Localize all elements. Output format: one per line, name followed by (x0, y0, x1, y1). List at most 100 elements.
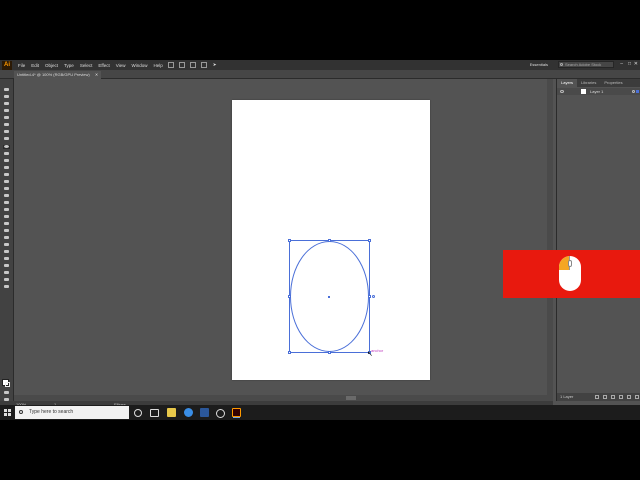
close-window-button[interactable]: ✕ (634, 61, 638, 67)
tab-layers[interactable]: Layers (557, 79, 578, 87)
windows-start-icon[interactable] (4, 409, 11, 416)
menu-window[interactable]: Window (131, 63, 147, 68)
symbol-sprayer-tool-icon[interactable] (3, 243, 10, 247)
app-logo: Ai (2, 60, 12, 70)
stroke-swatch[interactable] (5, 382, 10, 387)
document-tab-bar: Untitled-4* @ 100% (RGB/GPU Preview) ✕ (0, 70, 640, 79)
center-point (328, 296, 330, 298)
tab-properties[interactable]: Properties (600, 79, 626, 87)
document-tab[interactable]: Untitled-4* @ 100% (RGB/GPU Preview) ✕ (14, 71, 102, 79)
selection-tool-icon[interactable] (3, 88, 10, 92)
handle-bottom-left[interactable] (288, 351, 291, 354)
layer-row[interactable]: Layer 1 (557, 88, 640, 95)
menu-view[interactable]: View (116, 63, 126, 68)
menu-type[interactable]: Type (64, 63, 74, 68)
menu-bar: Ai File Edit Object Type Select Effect V… (0, 60, 640, 70)
app-icon[interactable] (216, 409, 225, 418)
arrange-documents-icon[interactable] (178, 62, 185, 68)
layer-name[interactable]: Layer 1 (590, 88, 603, 95)
artboard-tool-icon[interactable] (3, 257, 10, 261)
handle-top-right[interactable] (368, 239, 371, 242)
handle-bottom-center[interactable] (328, 351, 331, 354)
export-icon[interactable] (595, 395, 599, 399)
close-tab-icon[interactable]: ✕ (95, 72, 98, 77)
brush-icon[interactable] (200, 62, 207, 68)
cortana-icon[interactable] (134, 409, 142, 417)
edit-toolbar-icon[interactable] (3, 285, 10, 289)
word-icon[interactable] (200, 408, 209, 417)
lasso-tool-icon[interactable] (3, 109, 10, 113)
horizontal-scroll-thumb[interactable] (346, 396, 356, 400)
delete-layer-icon[interactable] (635, 395, 639, 399)
menu-edit[interactable]: Edit (31, 63, 39, 68)
panel-tabs: Layers Libraries Properties (557, 79, 640, 87)
tools-panel (0, 79, 14, 411)
handle-top-center[interactable] (328, 239, 331, 242)
pen-tool-icon[interactable] (3, 116, 10, 120)
maximize-button[interactable]: □ (628, 61, 631, 67)
menu-file[interactable]: File (18, 63, 25, 68)
minimize-button[interactable]: – (620, 61, 623, 67)
illustrator-taskbar-icon[interactable] (232, 408, 241, 417)
visibility-eye-icon[interactable] (560, 90, 564, 93)
slice-tool-icon[interactable] (3, 264, 10, 268)
rotate-tool-icon[interactable] (3, 173, 10, 177)
new-sublayer-icon[interactable] (619, 395, 623, 399)
grid-icon[interactable] (189, 62, 196, 68)
file-explorer-icon[interactable] (167, 408, 176, 417)
column-graph-tool-icon[interactable] (3, 250, 10, 254)
menu-select[interactable]: Select (80, 63, 93, 68)
send-icon[interactable]: ➤ (213, 62, 217, 68)
handle-middle-right[interactable] (368, 295, 371, 298)
stock-search-input[interactable]: Search Adobe Stock (558, 61, 614, 68)
direct-selection-tool-icon[interactable] (3, 95, 10, 99)
layer-thumbnail (581, 89, 586, 94)
taskbar-search-input[interactable]: Type here to search (15, 406, 129, 419)
mesh-tool-icon[interactable] (3, 215, 10, 219)
layer-target-icon[interactable] (632, 90, 635, 93)
handle-top-left[interactable] (288, 239, 291, 242)
draw-mode-icon[interactable] (3, 391, 10, 395)
vertical-scrollbar[interactable] (547, 79, 553, 395)
blend-tool-icon[interactable] (3, 236, 10, 240)
gradient-tool-icon[interactable] (3, 222, 10, 226)
tab-libraries[interactable]: Libraries (577, 79, 600, 87)
eraser-tool-icon[interactable] (3, 166, 10, 170)
workspace-switcher[interactable]: Essentials (530, 62, 548, 67)
line-tool-icon[interactable] (3, 137, 10, 141)
mouse-icon (559, 256, 581, 291)
mouse-click-overlay (503, 250, 640, 298)
new-layer-icon[interactable] (627, 395, 631, 399)
bridge-icon[interactable] (167, 62, 174, 68)
eyedropper-tool-icon[interactable] (3, 229, 10, 233)
canvas-area[interactable] (14, 79, 553, 401)
hand-tool-icon[interactable] (3, 271, 10, 275)
magic-wand-tool-icon[interactable] (3, 102, 10, 106)
zoom-tool-icon[interactable] (3, 278, 10, 282)
clipping-mask-icon[interactable] (611, 395, 615, 399)
curvature-tool-icon[interactable] (3, 123, 10, 127)
width-tool-icon[interactable] (3, 187, 10, 191)
chrome-icon[interactable] (184, 408, 193, 417)
search-icon (560, 63, 563, 66)
shaper-tool-icon[interactable] (3, 159, 10, 163)
menu-object[interactable]: Object (45, 63, 58, 68)
menu-effect[interactable]: Effect (98, 63, 109, 68)
type-tool-icon[interactable] (3, 130, 10, 134)
pie-widget-handle[interactable] (372, 295, 375, 298)
scroll-wheel-icon (568, 260, 572, 267)
free-transform-tool-icon[interactable] (3, 194, 10, 198)
layers-panel: Layers Libraries Properties Layer 1 1 La… (556, 79, 640, 401)
paintbrush-tool-icon[interactable] (3, 152, 10, 156)
locate-object-icon[interactable] (603, 395, 607, 399)
perspective-grid-tool-icon[interactable] (3, 208, 10, 212)
task-view-icon[interactable] (150, 409, 159, 417)
handle-middle-left[interactable] (288, 295, 291, 298)
mouse-cursor-icon: ↖ (367, 351, 373, 358)
scale-tool-icon[interactable] (3, 180, 10, 184)
menu-help[interactable]: Help (153, 63, 162, 68)
document-tab-title: Untitled-4* @ 100% (RGB/GPU Preview) (17, 72, 90, 77)
layer-selection-indicator[interactable] (636, 90, 639, 93)
shape-builder-tool-icon[interactable] (3, 201, 10, 205)
ellipse-tool-icon[interactable] (3, 145, 10, 149)
